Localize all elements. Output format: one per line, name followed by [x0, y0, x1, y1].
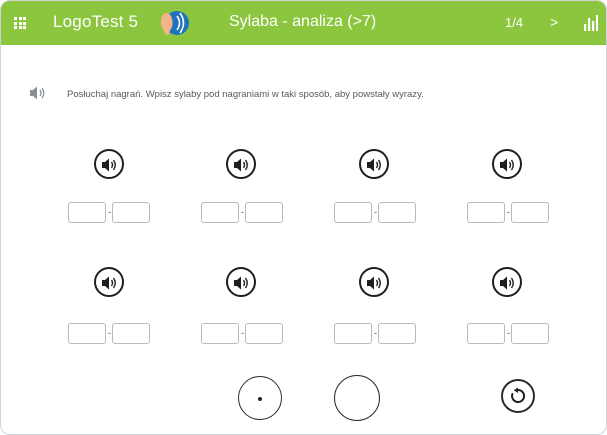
syllable-input-2[interactable]: [112, 323, 150, 344]
dot-button[interactable]: [238, 376, 282, 420]
speaker-icon: [367, 276, 381, 290]
app-window: LogoTest 5 Sylaba - analiza (>7) 1/4 > P…: [0, 0, 607, 435]
syllable-separator: -: [507, 328, 510, 338]
speaker-icon: [102, 158, 116, 172]
speaker-icon: [102, 276, 116, 290]
speaker-icon: [234, 158, 248, 172]
reset-button[interactable]: [501, 379, 535, 413]
speaker-icon: [500, 276, 514, 290]
progress-counter: 1/4: [505, 15, 524, 30]
top-bar: LogoTest 5 Sylaba - analiza (>7) 1/4 >: [1, 1, 606, 45]
dot-button-icon: [258, 397, 262, 401]
syllable-input-1[interactable]: [201, 323, 239, 344]
audio-play-button[interactable]: [359, 267, 389, 297]
syllable-input-2[interactable]: [511, 202, 549, 223]
empty-circle-button[interactable]: [334, 375, 380, 421]
syllable-input-1[interactable]: [467, 202, 505, 223]
syllable-input-1[interactable]: [334, 323, 372, 344]
syllable-separator: -: [374, 328, 377, 338]
next-button[interactable]: >: [550, 14, 558, 30]
app-title: LogoTest 5: [53, 12, 139, 31]
speaker-icon[interactable]: [29, 85, 47, 101]
syllable-separator: -: [374, 207, 377, 217]
syllable-input-2[interactable]: [245, 323, 283, 344]
syllable-input-1[interactable]: [467, 323, 505, 344]
exercise-title: Sylaba - analiza (>7): [229, 13, 377, 30]
syllable-separator: -: [241, 207, 244, 217]
audio-play-button[interactable]: [492, 149, 522, 179]
stats-icon[interactable]: [584, 15, 598, 31]
reset-icon: [511, 387, 526, 403]
audio-play-button[interactable]: [226, 267, 256, 297]
syllable-input-2[interactable]: [378, 202, 416, 223]
syllable-input-2[interactable]: [378, 323, 416, 344]
syllable-separator: -: [241, 328, 244, 338]
ear-logo-icon: [161, 11, 189, 35]
audio-play-button[interactable]: [94, 267, 124, 297]
syllable-input-2[interactable]: [245, 202, 283, 223]
syllable-separator: -: [507, 207, 510, 217]
speaker-icon: [234, 276, 248, 290]
speaker-icon: [367, 158, 381, 172]
syllable-input-1[interactable]: [68, 323, 106, 344]
syllable-input-1[interactable]: [68, 202, 106, 223]
syllable-input-2[interactable]: [511, 323, 549, 344]
syllable-input-2[interactable]: [112, 202, 150, 223]
audio-play-button[interactable]: [226, 149, 256, 179]
speaker-icon: [500, 158, 514, 172]
audio-play-button[interactable]: [94, 149, 124, 179]
apps-grid-icon[interactable]: [14, 17, 26, 29]
syllable-input-1[interactable]: [334, 202, 372, 223]
instruction-text: Posłuchaj nagrań. Wpisz sylaby pod nagra…: [67, 89, 424, 100]
syllable-separator: -: [108, 207, 111, 217]
audio-play-button[interactable]: [359, 149, 389, 179]
syllable-separator: -: [108, 328, 111, 338]
syllable-input-1[interactable]: [201, 202, 239, 223]
audio-play-button[interactable]: [492, 267, 522, 297]
